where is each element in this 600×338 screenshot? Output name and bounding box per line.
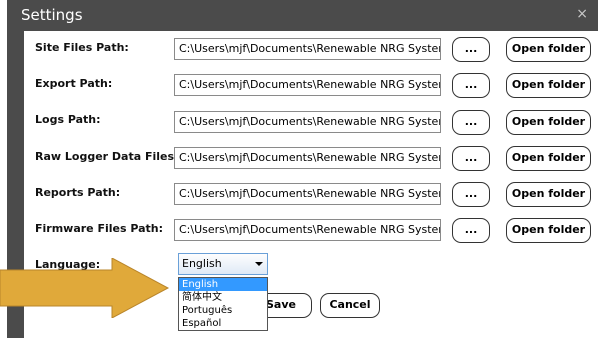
export-open-folder-button[interactable]: Open folder <box>506 73 591 98</box>
export-browse-button[interactable]: ... <box>452 73 490 98</box>
language-select[interactable]: English <box>178 253 268 275</box>
language-option-chinese[interactable]: 简体中文 <box>179 291 267 304</box>
raw-logger-browse-button[interactable]: ... <box>452 146 490 171</box>
firmware-browse-button[interactable]: ... <box>452 218 490 243</box>
window-title: Settings <box>21 6 83 24</box>
language-selected-value: English <box>182 257 222 270</box>
logs-open-folder-button[interactable]: Open folder <box>506 110 591 135</box>
reports-path-input[interactable]: C:\Users\mjf\Documents\Renewable NRG Sys… <box>174 183 441 205</box>
logs-path-input[interactable]: C:\Users\mjf\Documents\Renewable NRG Sys… <box>174 111 441 133</box>
site-files-open-folder-button[interactable]: Open folder <box>506 37 591 62</box>
logs-browse-button[interactable]: ... <box>452 110 490 135</box>
language-dropdown-list: English 简体中文 Português Español <box>178 277 268 331</box>
arrow-right-icon <box>0 258 170 318</box>
site-files-browse-button[interactable]: ... <box>452 37 490 62</box>
title-bar: Settings × <box>7 0 598 31</box>
raw-logger-path-input[interactable]: C:\Users\mjf\Documents\Renewable NRG Sys… <box>174 147 441 169</box>
firmware-open-folder-button[interactable]: Open folder <box>506 218 591 243</box>
chevron-down-icon <box>255 262 263 266</box>
raw-logger-open-folder-button[interactable]: Open folder <box>506 146 591 171</box>
site-files-path-label: Site Files Path: <box>35 41 129 54</box>
site-files-path-input[interactable]: C:\Users\mjf\Documents\Renewable NRG Sys… <box>174 38 441 60</box>
export-path-label: Export Path: <box>35 77 113 90</box>
language-option-spanish[interactable]: Español <box>179 317 267 330</box>
reports-browse-button[interactable]: ... <box>452 182 490 207</box>
cancel-button[interactable]: Cancel <box>320 293 380 318</box>
reports-path-label: Reports Path: <box>35 186 121 199</box>
language-option-portuguese[interactable]: Português <box>179 304 267 317</box>
language-option-english[interactable]: English <box>179 278 267 291</box>
close-icon[interactable]: × <box>576 6 588 22</box>
firmware-path-input[interactable]: C:\Users\mjf\Documents\Renewable NRG Sys… <box>174 219 441 241</box>
firmware-path-label: Firmware Files Path: <box>35 222 164 235</box>
export-path-input[interactable]: C:\Users\mjf\Documents\Renewable NRG Sys… <box>174 74 441 96</box>
logs-path-label: Logs Path: <box>35 113 101 126</box>
reports-open-folder-button[interactable]: Open folder <box>506 182 591 207</box>
